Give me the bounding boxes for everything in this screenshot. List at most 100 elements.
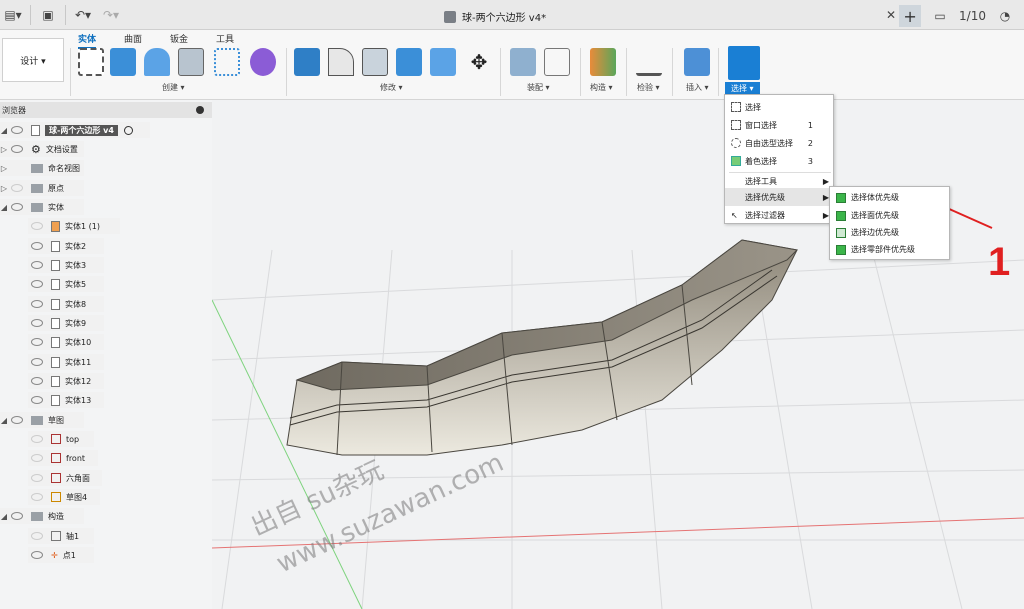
radio-icon[interactable] [123,125,133,135]
select-icon[interactable] [728,46,760,80]
create-menu[interactable]: 创建 ▾ [162,82,185,93]
eye-icon[interactable] [31,493,43,501]
canvas-viewport[interactable]: 1 出自 su杂玩 www.suzawan.com [212,100,1024,609]
list-item[interactable]: front [28,450,98,466]
browser-root[interactable]: ◢ 球-两个六边形 v4 [0,122,150,138]
submenu-item-component-priority[interactable]: 选择零部件优先级 [830,241,951,258]
file-icon[interactable]: ▤▾ [2,4,24,26]
tab-tools[interactable]: 工具 [216,32,234,49]
eye-icon[interactable] [31,377,43,385]
list-item[interactable]: ▷ 命名视图 [0,160,84,176]
list-item[interactable]: 实体5 [28,276,104,292]
create-sketch-icon[interactable] [78,48,104,76]
menu-item-selection-priority[interactable]: 选择优先级 ▶ [725,188,835,206]
expand-icon[interactable]: ◢ [0,512,8,521]
tab-sheet-metal[interactable]: 钣金 [170,32,188,49]
assemble-menu[interactable]: 装配 ▾ [527,82,550,93]
list-item[interactable]: 实体8 [28,296,104,312]
eye-icon[interactable] [31,435,43,443]
list-item[interactable]: 实体10 [28,334,104,350]
list-item[interactable]: 实体13 [28,392,104,408]
eye-icon[interactable] [31,474,43,482]
combine-icon[interactable] [396,48,422,76]
shell-icon[interactable] [430,48,456,76]
press-pull-icon[interactable] [294,48,320,76]
collapse-icon[interactable] [196,106,204,114]
insert-image-icon[interactable] [684,48,710,76]
list-item[interactable]: top [28,431,94,447]
pattern-icon[interactable] [214,48,240,76]
eye-icon[interactable] [11,416,23,424]
list-item[interactable]: ▷ ⚙ 文档设置 [0,141,84,157]
eye-icon[interactable] [31,261,43,269]
workspace-dropdown[interactable]: 设计 ▾ [2,38,64,82]
eye-icon[interactable] [11,145,23,153]
construct-menu[interactable]: 构造 ▾ [590,82,613,93]
as-built-joint-icon[interactable] [544,48,570,76]
joint-icon[interactable] [510,48,536,76]
list-item[interactable]: ▷ 原点 [0,180,84,196]
expand-icon[interactable]: ◢ [0,203,8,212]
menu-item-paint-select[interactable]: 着色选择 3 [725,152,835,170]
list-item[interactable]: ◢ 草图 [0,412,84,428]
chamfer-icon[interactable] [362,48,388,76]
new-tab-button[interactable]: + [899,5,922,27]
eye-icon[interactable] [31,280,43,288]
eye-icon[interactable] [31,222,43,230]
undo-icon[interactable]: ↶▾ [72,4,94,26]
list-item[interactable]: 六角面 [28,470,102,486]
submenu-item-edge-priority[interactable]: 选择边优先级 [830,224,951,241]
eye-icon[interactable] [11,126,23,134]
eye-icon[interactable] [31,319,43,327]
menu-item-freeform-select[interactable]: 自由选型选择 2 [725,134,835,152]
insert-menu[interactable]: 插入 ▾ [686,82,709,93]
move-icon[interactable]: ✥ [466,48,492,76]
eye-icon[interactable] [31,358,43,366]
tab-solid[interactable]: 实体 [78,32,97,49]
eye-icon[interactable] [31,551,43,559]
inspect-menu[interactable]: 检验 ▾ [637,82,660,93]
expand-icon[interactable]: ◢ [0,126,8,135]
expand-icon[interactable]: ◢ [0,416,8,425]
eye-icon[interactable] [11,203,23,211]
job-status-icon[interactable]: 1/10 [959,5,986,27]
form-icon[interactable] [250,48,276,76]
menu-item-window-select[interactable]: 窗口选择 1 [725,116,835,134]
list-item[interactable]: 实体12 [28,373,104,389]
redo-icon[interactable]: ↷▾ [100,4,122,26]
clock-icon[interactable]: ◔ [994,5,1016,27]
save-icon[interactable]: ▣ [37,4,59,26]
revolve-icon[interactable] [144,48,170,76]
list-item[interactable]: 实体1 (1) [28,218,120,234]
expand-icon[interactable]: ▷ [0,184,8,193]
hole-icon[interactable] [178,48,204,76]
list-item[interactable]: ◢ 实体 [0,199,84,215]
expand-icon[interactable]: ▷ [0,145,8,154]
eye-icon[interactable] [31,338,43,346]
measure-icon[interactable] [636,48,662,76]
list-item[interactable]: 实体9 [28,315,104,331]
list-item[interactable]: ✛ 点1 [28,547,94,563]
eye-icon[interactable] [31,300,43,308]
extrude-icon[interactable] [110,48,136,76]
submenu-item-face-priority[interactable]: 选择面优先级 [830,207,951,224]
eye-icon[interactable] [31,454,43,462]
eye-icon[interactable] [31,396,43,404]
list-item[interactable]: ◢ 构造 [0,508,84,524]
list-item[interactable]: 草图4 [28,489,100,505]
modify-menu[interactable]: 修改 ▾ [380,82,403,93]
list-item[interactable]: 实体11 [28,354,104,370]
list-item[interactable]: 轴1 [28,528,94,544]
eye-icon[interactable] [31,242,43,250]
menu-item-selection-filters[interactable]: ↖ 选择过滤器 ▶ [725,206,835,224]
list-item[interactable]: 实体3 [28,257,104,273]
expand-icon[interactable]: ▷ [0,164,8,173]
eye-icon[interactable] [11,184,23,192]
list-item[interactable]: 实体2 [28,238,104,254]
menu-item-select[interactable]: 选择 [725,98,835,116]
eye-icon[interactable] [11,512,23,520]
eye-icon[interactable] [31,532,43,540]
comment-icon[interactable]: ▭ [929,5,951,27]
offset-plane-icon[interactable] [590,48,616,76]
tab-surface[interactable]: 曲面 [124,32,142,49]
